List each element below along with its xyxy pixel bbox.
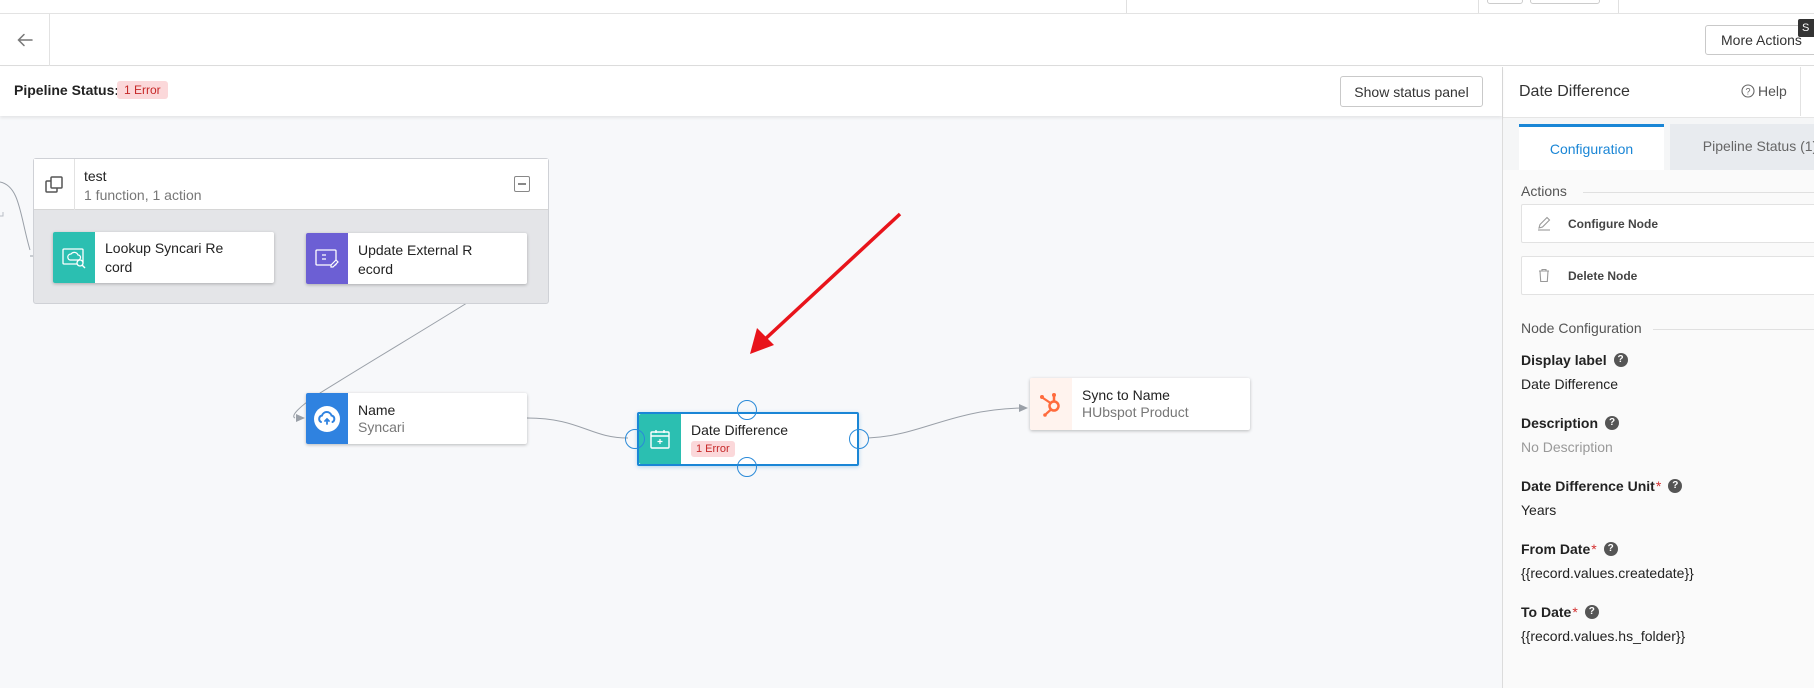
field-value-display-label: Date Difference xyxy=(1521,376,1619,392)
node-update-external-record[interactable]: Update External R ecord xyxy=(306,233,527,284)
group-header: test 1 function, 1 action xyxy=(34,159,548,210)
top-strip-control[interactable] xyxy=(1487,0,1523,4)
port-left[interactable] xyxy=(625,429,645,449)
required-marker: * xyxy=(1591,541,1597,557)
divider xyxy=(1583,192,1814,193)
pencil-icon xyxy=(1538,216,1551,231)
node-title: Name xyxy=(358,402,396,418)
section-heading-actions: Actions xyxy=(1521,183,1567,199)
configure-node-button[interactable]: Configure Node xyxy=(1521,204,1814,243)
svg-text:?: ? xyxy=(1745,87,1750,97)
question-icon[interactable]: ? xyxy=(1603,542,1618,556)
node-sync-to-name[interactable]: Sync to Name HUbspot Product xyxy=(1030,378,1250,430)
port-top[interactable] xyxy=(737,400,757,420)
divider xyxy=(74,159,75,210)
pipeline-header: More Actions S xyxy=(0,14,1814,66)
required-marker: * xyxy=(1655,478,1662,494)
field-label-from-date: From Date * ? xyxy=(1521,541,1618,557)
group-title: test xyxy=(84,168,107,184)
group-subtitle: 1 function, 1 action xyxy=(84,187,202,203)
question-icon[interactable]: ? xyxy=(1668,479,1683,493)
trash-icon xyxy=(1539,268,1549,283)
top-strip-divider xyxy=(1618,0,1619,13)
help-circle-icon: ? xyxy=(1741,84,1755,98)
pipeline-status-bar: Pipeline Status: 1 Error Show status pan… xyxy=(0,67,1502,116)
section-heading-node-configuration: Node Configuration xyxy=(1521,320,1642,336)
tab-configuration[interactable]: Configuration xyxy=(1519,124,1664,170)
syncari-cloud-icon xyxy=(306,393,348,444)
node-title: Update External R ecord xyxy=(358,242,473,277)
top-strip-divider xyxy=(1126,0,1127,13)
pipeline-status-label: Pipeline Status: xyxy=(14,82,120,98)
field-value-date-difference-unit: Years xyxy=(1521,502,1557,518)
edge-arrow xyxy=(1019,404,1028,412)
tooltip: S xyxy=(1798,19,1814,37)
field-value-to-date: {{record.values.hs_folder}} xyxy=(1521,628,1686,644)
node-title: Sync to Name xyxy=(1082,387,1170,403)
panel-title: Date Difference xyxy=(1519,83,1630,100)
edge xyxy=(0,212,4,217)
panel-body: Actions Configure Node Delete Node Node … xyxy=(1503,170,1814,688)
edge xyxy=(0,181,31,251)
divider xyxy=(1653,329,1814,330)
node-subtitle: HUbspot Product xyxy=(1082,404,1189,420)
hubspot-icon xyxy=(1030,378,1072,430)
back-button[interactable] xyxy=(0,14,50,66)
pipeline-canvas[interactable]: test 1 function, 1 action Lookup Syncari… xyxy=(0,116,1502,688)
help-link[interactable]: ? Help xyxy=(1741,83,1787,99)
top-strip-control[interactable] xyxy=(1530,0,1600,4)
question-icon[interactable]: ? xyxy=(1613,353,1628,367)
node-name-source[interactable]: Name Syncari xyxy=(306,393,527,444)
edge-arrow xyxy=(296,414,305,422)
status-badge[interactable]: 1 Error xyxy=(117,81,168,99)
field-label-date-difference-unit: Date Difference Unit * ? xyxy=(1521,478,1683,494)
action-label: Configure Node xyxy=(1568,217,1658,231)
calendar-icon xyxy=(639,414,681,464)
node-lookup-syncari-record[interactable]: Lookup Syncari Re cord xyxy=(53,232,274,283)
top-strip-divider xyxy=(1478,0,1479,13)
field-label-display-label: Display label ? xyxy=(1521,352,1628,368)
cloud-search-icon xyxy=(53,232,95,283)
delete-node-button[interactable]: Delete Node xyxy=(1521,256,1814,295)
question-icon[interactable]: ? xyxy=(1584,605,1599,619)
field-label-description: Description ? xyxy=(1521,415,1620,431)
edge xyxy=(526,417,629,439)
node-title: Lookup Syncari Re cord xyxy=(105,240,224,275)
collapse-icon[interactable] xyxy=(514,176,530,192)
node-subtitle: Syncari xyxy=(358,419,405,435)
port-bottom[interactable] xyxy=(737,457,757,477)
field-value-from-date: {{record.values.createdate}} xyxy=(1521,565,1694,581)
node-title: Date Difference xyxy=(691,422,789,438)
edge xyxy=(867,407,1021,439)
help-label: Help xyxy=(1758,83,1787,99)
node-error-badge: 1 Error xyxy=(691,441,735,457)
tab-pipeline-status[interactable]: Pipeline Status (1) xyxy=(1670,124,1814,170)
node-config-panel: Date Difference ? Help Configuration Pip… xyxy=(1502,67,1814,688)
top-strip xyxy=(0,0,1814,14)
edit-record-icon xyxy=(306,233,348,284)
action-label: Delete Node xyxy=(1568,269,1638,283)
field-value-description: No Description xyxy=(1521,439,1613,455)
divider xyxy=(1800,67,1801,116)
show-status-panel-button[interactable]: Show status panel xyxy=(1340,76,1483,107)
port-right[interactable] xyxy=(849,429,869,449)
arrow-left-icon xyxy=(16,33,33,47)
field-label-to-date: To Date * ? xyxy=(1521,604,1599,620)
annotation-arrow xyxy=(760,212,902,344)
required-marker: * xyxy=(1572,604,1578,620)
group-stack-icon xyxy=(34,159,74,210)
question-icon[interactable]: ? xyxy=(1605,416,1620,430)
